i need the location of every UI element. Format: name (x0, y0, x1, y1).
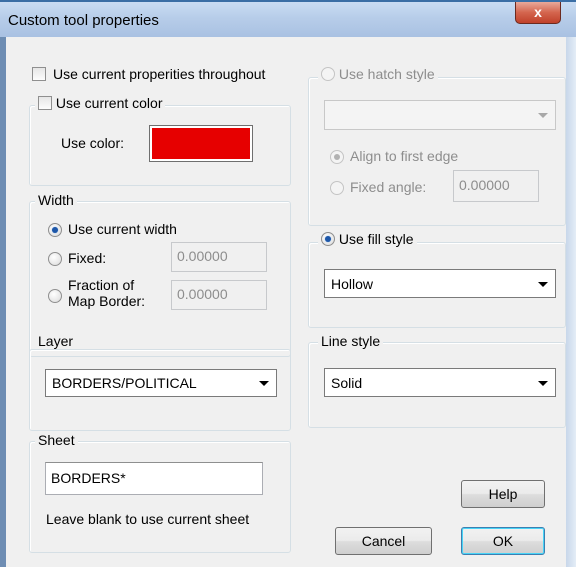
fraction-map-border-radio[interactable] (48, 289, 62, 303)
ok-button[interactable]: OK (461, 527, 545, 555)
use-current-width-label: Use current width (68, 221, 177, 237)
line-style-select[interactable]: Solid (324, 368, 556, 397)
title-bar[interactable]: Custom tool properties x (0, 0, 576, 37)
current-color-legend: Use current color (35, 95, 166, 111)
dialog-window: Custom tool properties x Use current pro… (0, 0, 576, 567)
use-current-color-label: Use current color (55, 95, 163, 111)
dialog-client-area: Use current properities throughout Use c… (6, 37, 566, 567)
fill-style-legend: Use fill style (318, 231, 417, 247)
window-frame-edge (566, 37, 576, 567)
align-first-edge-label: Align to first edge (350, 148, 459, 164)
ok-button-label: OK (492, 533, 514, 549)
layer-select[interactable]: BORDERS/POLITICAL (45, 369, 277, 397)
use-fill-style-radio[interactable] (321, 232, 335, 246)
use-hatch-style-radio[interactable] (321, 67, 335, 81)
align-first-edge-radio[interactable] (330, 150, 344, 164)
hatch-style-legend: Use hatch style (318, 66, 438, 82)
fill-style-select[interactable]: Hollow (324, 269, 556, 298)
chevron-down-icon (538, 281, 548, 287)
help-button[interactable]: Help (461, 480, 545, 508)
line-style-legend: Line style (318, 333, 384, 349)
fraction-label-line2: Map Border: (68, 293, 146, 309)
chevron-down-icon (538, 113, 548, 118)
fixed-width-label: Fixed: (68, 250, 107, 266)
sheet-legend: Sheet (35, 432, 78, 448)
fraction-label-line1: Fraction of (68, 277, 135, 293)
layer-legend: Layer (35, 333, 77, 349)
fill-style-select-value: Hollow (331, 275, 374, 292)
fixed-width-input[interactable]: 0.00000 (171, 242, 267, 272)
fixed-angle-radio[interactable] (330, 181, 344, 195)
color-swatch-button[interactable] (149, 125, 253, 162)
chevron-down-icon (259, 381, 269, 386)
fixed-angle-label: Fixed angle: (350, 179, 427, 195)
fraction-map-border-input[interactable]: 0.00000 (171, 280, 267, 310)
color-swatch-fill (152, 128, 250, 159)
cancel-button[interactable]: Cancel (335, 527, 432, 555)
fraction-map-border-label: Fraction of Map Border: (68, 277, 145, 309)
sheet-group (29, 441, 291, 553)
use-color-label: Use color: (61, 135, 125, 151)
sheet-input[interactable]: BORDERS* (45, 462, 263, 495)
use-current-properties-checkbox[interactable] (32, 67, 46, 81)
chevron-down-icon (538, 380, 548, 386)
close-button[interactable]: x (515, 2, 561, 24)
use-fill-style-label: Use fill style (338, 231, 414, 247)
sheet-hint: Leave blank to use current sheet (46, 511, 250, 527)
layer-select-value: BORDERS/POLITICAL (52, 375, 197, 391)
window-title: Custom tool properties (8, 12, 159, 29)
fixed-width-radio[interactable] (48, 252, 62, 266)
fixed-angle-input[interactable]: 0.00000 (453, 170, 539, 202)
help-button-label: Help (488, 486, 518, 502)
hatch-style-select[interactable] (324, 100, 556, 130)
use-hatch-style-label: Use hatch style (338, 66, 435, 82)
use-current-width-radio[interactable] (48, 223, 62, 237)
line-style-select-value: Solid (331, 374, 363, 391)
use-current-color-checkbox[interactable] (38, 96, 52, 110)
use-current-properties-label: Use current properities throughout (53, 66, 266, 82)
cancel-button-label: Cancel (361, 533, 406, 549)
width-legend: Width (35, 192, 77, 208)
